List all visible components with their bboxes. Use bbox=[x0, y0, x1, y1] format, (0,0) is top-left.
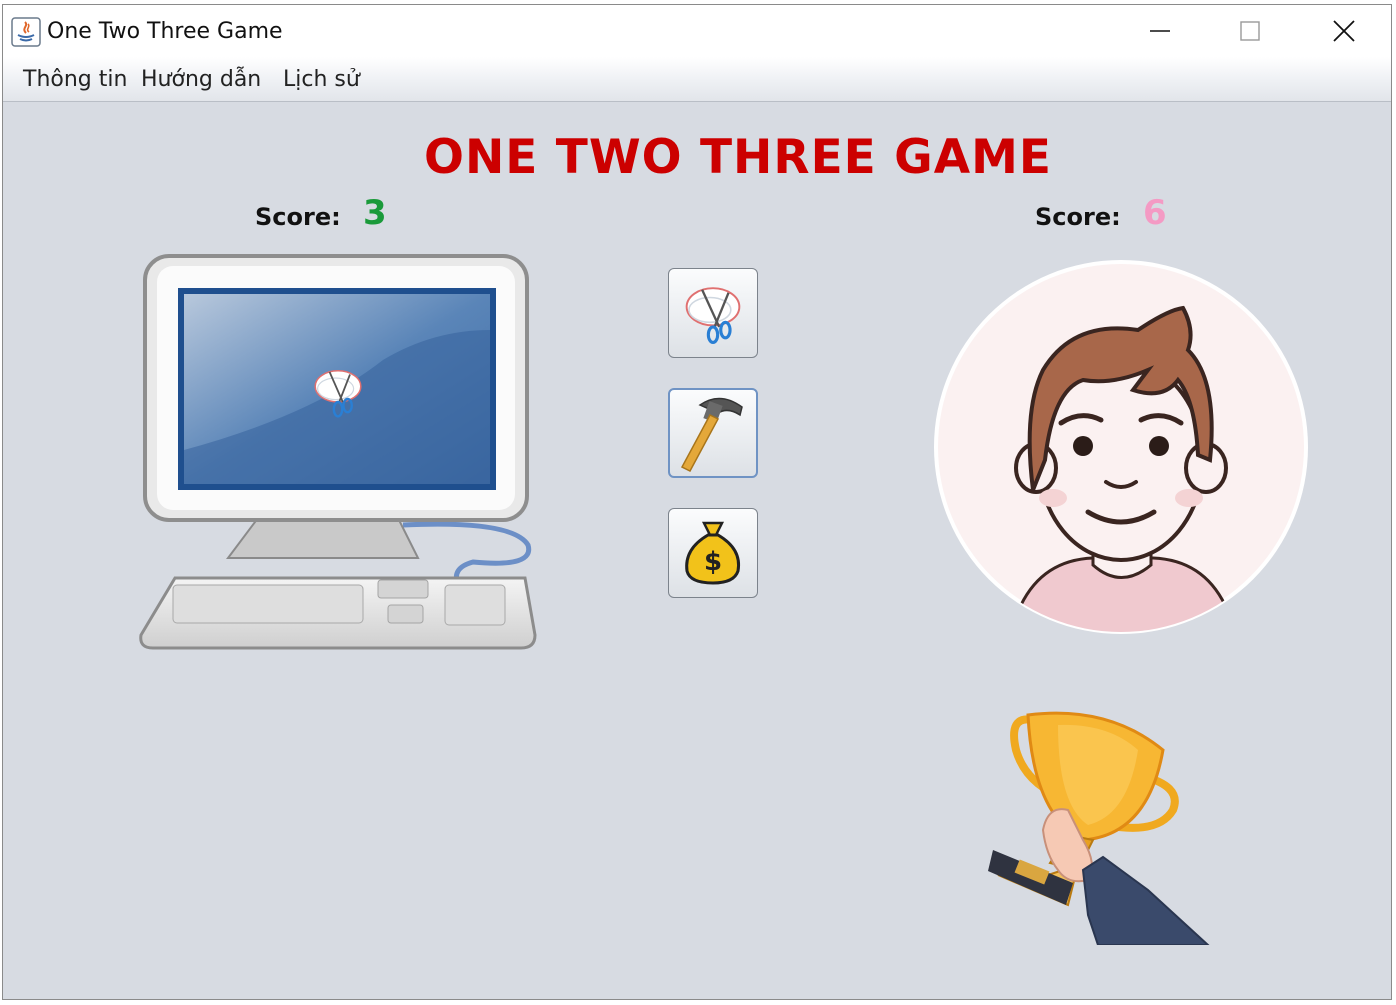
player-avatar bbox=[934, 260, 1308, 634]
menu-bar: Thông tin Hướng dẫn Lịch sử bbox=[3, 57, 1391, 102]
close-icon bbox=[1333, 20, 1355, 42]
player-score-value: 6 bbox=[1143, 193, 1167, 233]
computer-score-value: 3 bbox=[363, 193, 387, 233]
hammer-icon bbox=[680, 397, 743, 472]
svg-text:$: $ bbox=[704, 547, 722, 577]
game-window: One Two Three Game Thông tin Hướng dẫn L… bbox=[2, 4, 1392, 1000]
scissors-button[interactable] bbox=[668, 268, 758, 358]
hammer-button[interactable] bbox=[668, 388, 758, 478]
game-title: ONE TWO THREE GAME bbox=[424, 130, 1052, 185]
title-bar: One Two Three Game bbox=[3, 5, 1391, 57]
java-app-icon bbox=[11, 17, 41, 47]
minimize-button[interactable] bbox=[1115, 5, 1205, 57]
window-title: One Two Three Game bbox=[47, 19, 283, 44]
menu-thong-tin[interactable]: Thông tin bbox=[23, 67, 127, 92]
money-bag-button[interactable]: $ bbox=[668, 508, 758, 598]
computer-score-label: Score: bbox=[255, 203, 341, 231]
maximize-button[interactable] bbox=[1205, 5, 1295, 57]
menu-huong-dan[interactable]: Hướng dẫn bbox=[141, 67, 261, 92]
menu-lich-su[interactable]: Lịch sử bbox=[283, 67, 360, 92]
minimize-icon bbox=[1150, 30, 1170, 32]
trophy-icon bbox=[988, 711, 1210, 945]
player-score-label: Score: bbox=[1035, 203, 1121, 231]
maximize-icon bbox=[1240, 21, 1260, 41]
close-button[interactable] bbox=[1299, 5, 1389, 57]
scissors-icon bbox=[685, 287, 741, 344]
money-bag-icon: $ bbox=[685, 521, 741, 585]
computer-icon bbox=[139, 254, 537, 650]
